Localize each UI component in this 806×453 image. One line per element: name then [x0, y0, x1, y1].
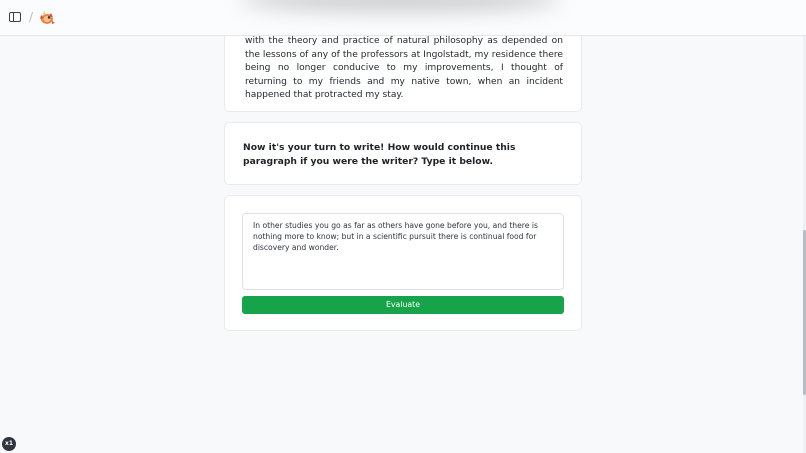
top-bar: /	[0, 0, 806, 36]
zoom-badge[interactable]: x1	[2, 437, 16, 451]
fish-mascot-logo[interactable]	[38, 9, 56, 27]
overlay-shadow	[240, 0, 560, 12]
answer-card: In other studies you go as far as others…	[224, 195, 582, 331]
prompt-text: Now it's your turn to write! How would c…	[243, 142, 516, 167]
passage-text: with the theory and practice of natural …	[245, 36, 563, 101]
prompt-card: Now it's your turn to write! How would c…	[224, 122, 582, 185]
evaluate-button[interactable]: Evaluate	[242, 296, 564, 314]
answer-textarea[interactable]: In other studies you go as far as others…	[242, 213, 564, 290]
sidebar-toggle-icon[interactable]	[9, 12, 21, 22]
breadcrumb-separator: /	[29, 10, 34, 24]
